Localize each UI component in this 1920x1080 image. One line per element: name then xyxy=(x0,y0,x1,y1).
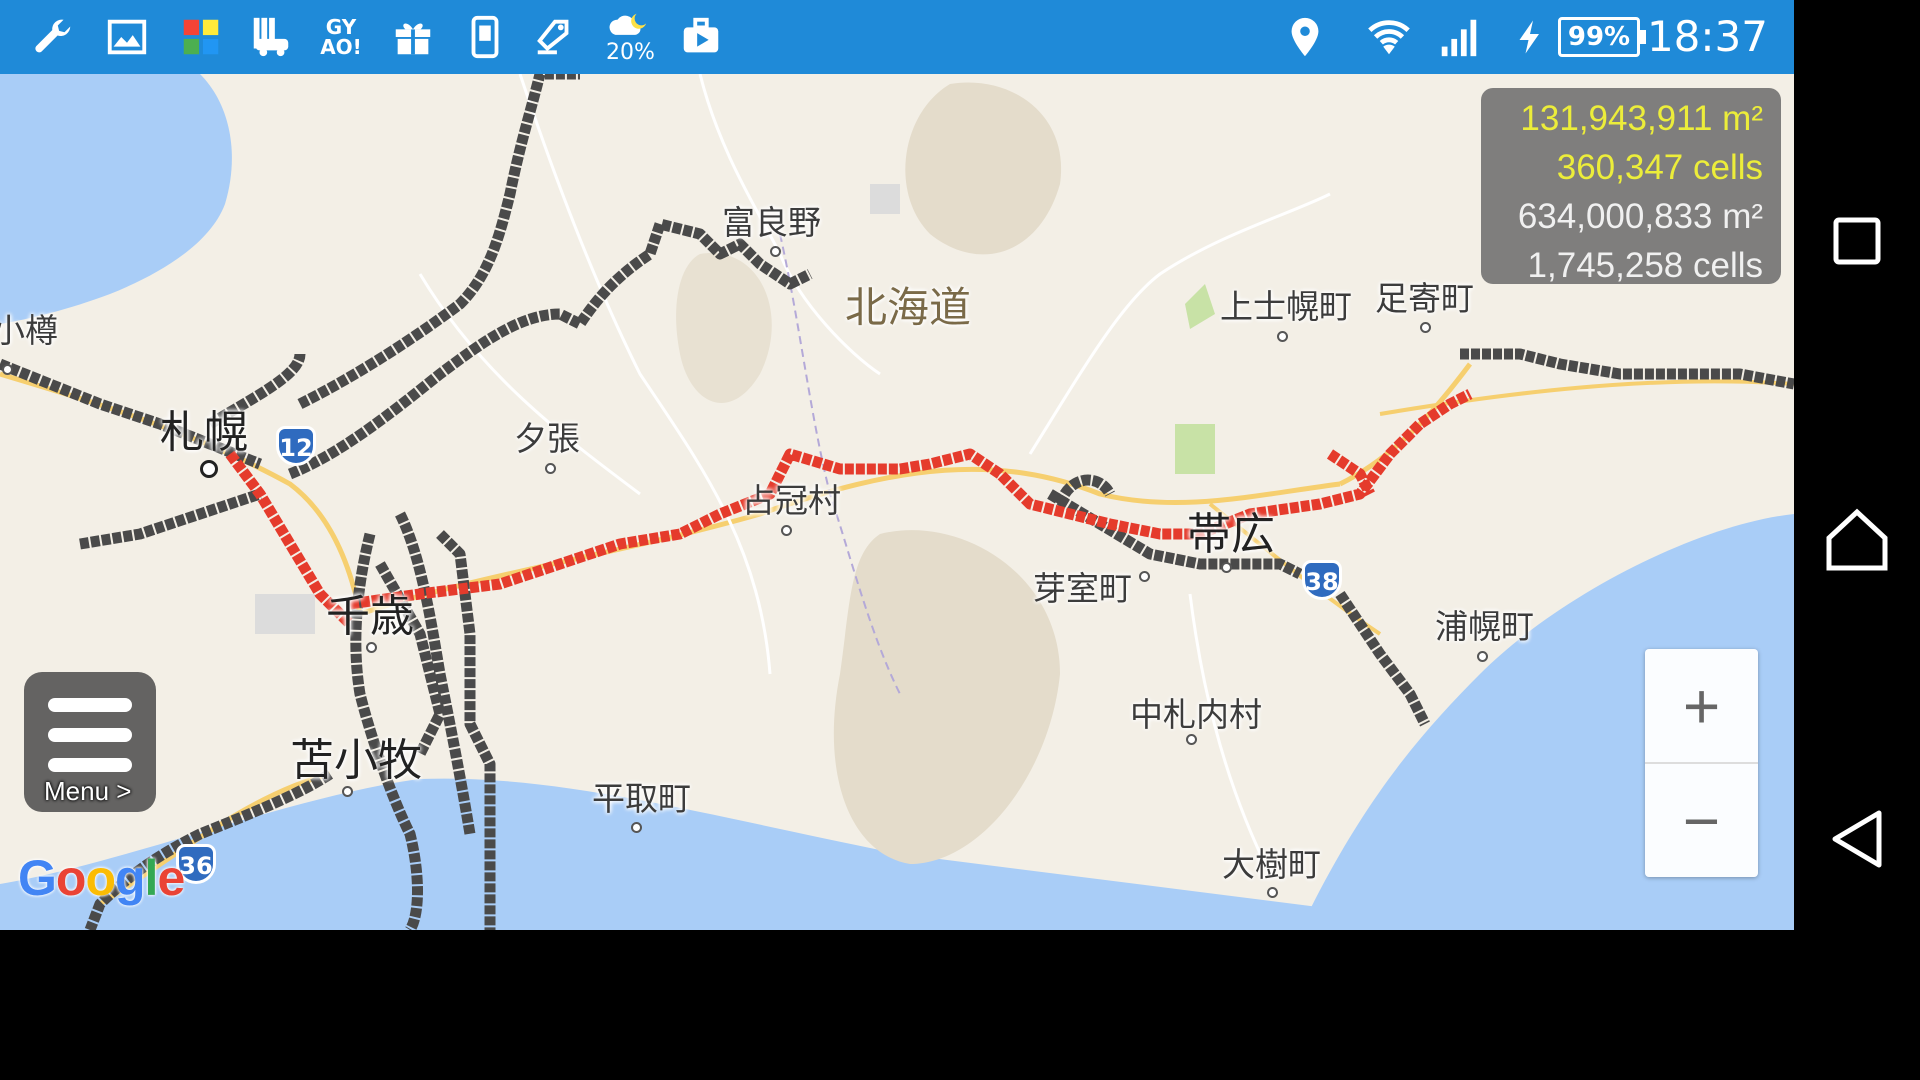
city-label-tomakomai: 苫小牧 xyxy=(290,735,422,786)
status-bar: GY AO! 20% 99% 18:37 xyxy=(0,0,1794,74)
city-label-kamishihoro: 上士幌町 xyxy=(1220,287,1352,326)
google-logo-letter: e xyxy=(157,850,185,906)
signal-icon xyxy=(1434,12,1484,62)
current-location-dot xyxy=(200,460,218,478)
city-label-yubari: 夕張 xyxy=(514,419,580,458)
visited-cells: 360,347 cells xyxy=(1556,148,1763,187)
city-label-taiki: 大樹町 xyxy=(1222,845,1321,884)
city-label-otaru: 小樽 xyxy=(0,311,58,350)
gyao-icon[interactable]: GY AO! xyxy=(316,12,366,62)
city-dot xyxy=(631,822,642,833)
city-label-chitose: 千歳 xyxy=(326,591,414,642)
menu-label: Menu > xyxy=(44,776,132,806)
wrench-icon[interactable] xyxy=(28,12,78,62)
google-logo-letter: o xyxy=(85,850,116,906)
city-dot xyxy=(1221,562,1232,573)
city-dot xyxy=(366,642,377,653)
city-dot xyxy=(2,364,13,375)
google-logo-letter: g xyxy=(115,850,146,906)
wifi-icon xyxy=(1364,12,1414,62)
city-dot xyxy=(545,463,556,474)
google-logo-letter: G xyxy=(18,850,57,906)
clock: 18:37 xyxy=(1646,12,1768,61)
city-dot xyxy=(781,525,792,536)
city-label-biratori: 平取町 xyxy=(592,779,691,818)
navigation-bar xyxy=(1794,0,1920,930)
battery-indicator: 99% xyxy=(1558,17,1646,57)
weather-percent: 20% xyxy=(606,40,655,65)
route-shield-12: 12 xyxy=(276,426,316,466)
zoom-in-button[interactable]: + xyxy=(1645,649,1758,762)
city-label-memuro: 芽室町 xyxy=(1033,569,1132,608)
hamburger-icon xyxy=(48,698,132,712)
total-area: 634,000,833 m² xyxy=(1517,197,1763,236)
video-briefcase-icon[interactable] xyxy=(676,12,726,62)
city-dot xyxy=(342,786,353,797)
hamburger-icon xyxy=(48,728,132,742)
city-dot xyxy=(1477,651,1488,662)
phone-copy-icon[interactable] xyxy=(460,12,510,62)
zoom-out-button[interactable]: − xyxy=(1645,764,1758,877)
zoom-controls: + − xyxy=(1645,649,1758,877)
route-shield-38: 38 xyxy=(1302,560,1342,600)
coverage-stats-panel: 131,943,911 m² 360,347 cells 634,000,833… xyxy=(1481,88,1781,285)
location-pin-icon xyxy=(1280,12,1330,62)
city-label-nakasatsunai: 中札内村 xyxy=(1130,695,1262,734)
city-label-shimukappu: 占冠村 xyxy=(742,481,841,520)
home-icon[interactable] xyxy=(1822,505,1892,575)
city-label-furano: 富良野 xyxy=(722,203,821,242)
image-icon[interactable] xyxy=(102,12,152,62)
city-label-ashoro: 足寄町 xyxy=(1375,279,1474,318)
google-logo-letter: o xyxy=(55,850,87,906)
recent-apps-icon[interactable] xyxy=(1822,206,1892,276)
visited-area: 131,943,911 m² xyxy=(1520,99,1763,138)
city-label-obihiro: 帯広 xyxy=(1187,509,1275,560)
app-grid-icon[interactable] xyxy=(176,12,226,62)
shopping-tag-icon[interactable] xyxy=(530,12,580,62)
city-dot xyxy=(1186,734,1197,745)
gift-icon[interactable] xyxy=(388,12,438,62)
google-logo-letter: l xyxy=(144,850,159,906)
city-label-sapporo: 札幌 xyxy=(160,407,248,458)
parking-icon[interactable] xyxy=(246,12,296,62)
city-dot xyxy=(770,246,781,257)
city-dot xyxy=(1267,887,1278,898)
city-dot xyxy=(1420,322,1431,333)
hamburger-icon xyxy=(48,758,132,772)
city-dot xyxy=(1277,331,1288,342)
map-view[interactable]: 小樽 札幌 富良野 北海道 夕張 上士幌町 足寄町 占冠村 帯広 芽室町 千歳 … xyxy=(0,74,1794,930)
region-label-hokkaido: 北海道 xyxy=(845,283,972,332)
google-logo: Google xyxy=(18,849,185,907)
menu-button[interactable]: Menu > xyxy=(24,672,156,812)
total-cells: 1,745,258 cells xyxy=(1527,246,1763,285)
back-icon[interactable] xyxy=(1822,804,1892,874)
city-label-urahoro: 浦幌町 xyxy=(1435,607,1534,646)
charging-icon xyxy=(1512,12,1548,62)
city-dot xyxy=(1139,571,1150,582)
